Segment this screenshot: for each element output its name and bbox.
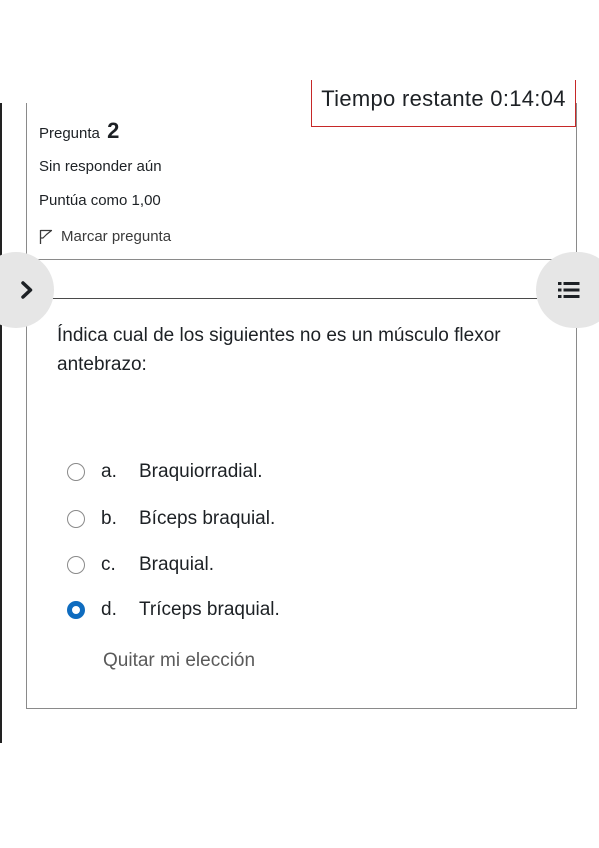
answer-text: Braquiorradial. bbox=[139, 461, 263, 482]
answer-letter: a. bbox=[101, 461, 117, 482]
answer-radio-b[interactable] bbox=[67, 510, 85, 528]
answer-letter: d. bbox=[101, 599, 117, 620]
question-number: Pregunta 2 bbox=[39, 118, 119, 144]
question-number-label: Pregunta bbox=[39, 125, 100, 142]
left-edge-rule bbox=[0, 103, 2, 743]
answer-radio-c[interactable] bbox=[67, 556, 85, 574]
answer-text: Tríceps braquial. bbox=[139, 599, 280, 620]
answer-radio-a[interactable] bbox=[67, 463, 85, 481]
answer-option-a[interactable]: a. Braquiorradial. bbox=[67, 461, 263, 483]
answer-text: Bíceps braquial. bbox=[139, 508, 276, 529]
list-icon bbox=[558, 282, 580, 298]
answer-option-c[interactable]: c. Braquial. bbox=[67, 554, 214, 576]
quiz-page: Tiempo restante 0:14:04 Pregunta 2 Sin r… bbox=[0, 0, 599, 848]
answer-text: Braquial. bbox=[139, 554, 214, 575]
flag-question-label: Marcar pregunta bbox=[61, 228, 172, 245]
answer-radio-d[interactable] bbox=[67, 601, 85, 619]
flag-question-link[interactable]: Marcar pregunta bbox=[39, 228, 171, 245]
chevron-right-icon bbox=[21, 281, 33, 299]
question-grade: Puntúa como 1,00 bbox=[39, 192, 161, 209]
question-text: Índica cual de los siguientes no es un m… bbox=[57, 325, 501, 375]
answer-letter: b. bbox=[101, 508, 117, 529]
question-status: Sin responder aún bbox=[39, 158, 162, 175]
answer-letter: c. bbox=[101, 554, 116, 575]
answer-option-d[interactable]: d. Tríceps braquial. bbox=[67, 599, 280, 621]
answer-option-b[interactable]: b. Bíceps braquial. bbox=[67, 508, 275, 530]
flag-icon bbox=[39, 229, 53, 244]
question-number-value: 2 bbox=[107, 118, 120, 143]
clear-choice-link[interactable]: Quitar mi elección bbox=[103, 650, 255, 672]
question-info: Pregunta 2 Sin responder aún Puntúa como… bbox=[26, 103, 577, 260]
question-content: Índica cual de los siguientes no es un m… bbox=[26, 298, 577, 709]
